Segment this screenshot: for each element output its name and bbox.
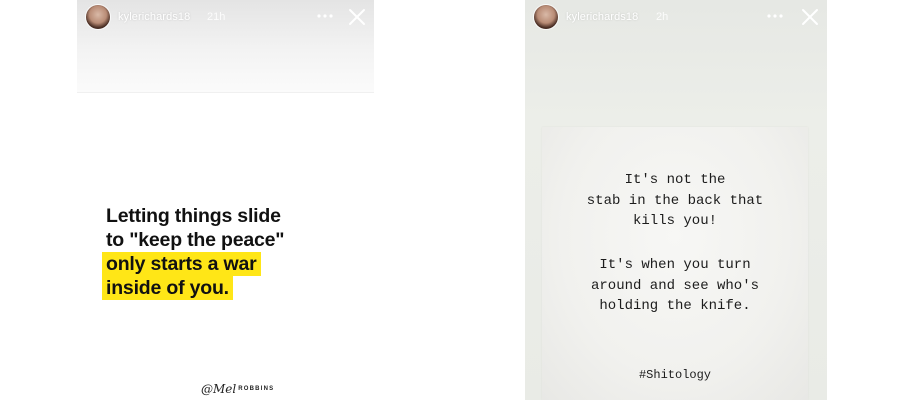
card-line: around and see who's (590, 277, 760, 294)
card-line: It's not the (624, 172, 726, 188)
quote-line: to "keep the peace" (106, 229, 285, 251)
story-viewer-right[interactable]: kylerichards18 2h It's not the stab in t… (525, 0, 827, 400)
story-timestamp: 21h (207, 11, 226, 23)
story-header: kylerichards18 2h (525, 0, 827, 36)
story-viewer-left[interactable]: kylerichards18 21h Letting things slide … (77, 0, 374, 400)
more-horizontal-icon[interactable] (315, 8, 335, 24)
story-timestamp: 2h (656, 11, 669, 23)
username[interactable]: kylerichards18 (566, 11, 638, 23)
card-line: It's when you turn (599, 257, 751, 273)
more-horizontal-icon[interactable] (765, 8, 785, 24)
quote-card: It's not the stab in the back that kills… (542, 127, 808, 400)
close-icon[interactable] (800, 7, 820, 27)
signature-caps: ROBBINS (238, 386, 275, 392)
signature-logo: @Mel ROBBINS (201, 382, 274, 396)
card-paragraph: It's not the stab in the back that kills… (542, 170, 808, 232)
story-header: kylerichards18 21h (77, 0, 374, 36)
card-paragraph: It's when you turn around and see who's … (542, 255, 808, 317)
quote-text: Letting things slide to "keep the peace"… (102, 204, 356, 300)
card-line: stab in the back that (586, 192, 764, 209)
username[interactable]: kylerichards18 (118, 11, 190, 23)
hashtag: #Shitology (638, 368, 711, 382)
card-line: kills you! (632, 213, 717, 229)
card-line: holding the knife. (599, 298, 751, 314)
quote-line-highlighted: inside of you. (102, 276, 356, 300)
quote-line: Letting things slide (106, 205, 281, 227)
stories-canvas: kylerichards18 21h Letting things slide … (0, 0, 900, 400)
close-icon[interactable] (347, 7, 367, 27)
quote-line-highlighted: only starts a war (102, 252, 356, 276)
avatar[interactable] (534, 5, 558, 29)
signature-script: @Mel (201, 382, 237, 396)
avatar[interactable] (86, 5, 110, 29)
